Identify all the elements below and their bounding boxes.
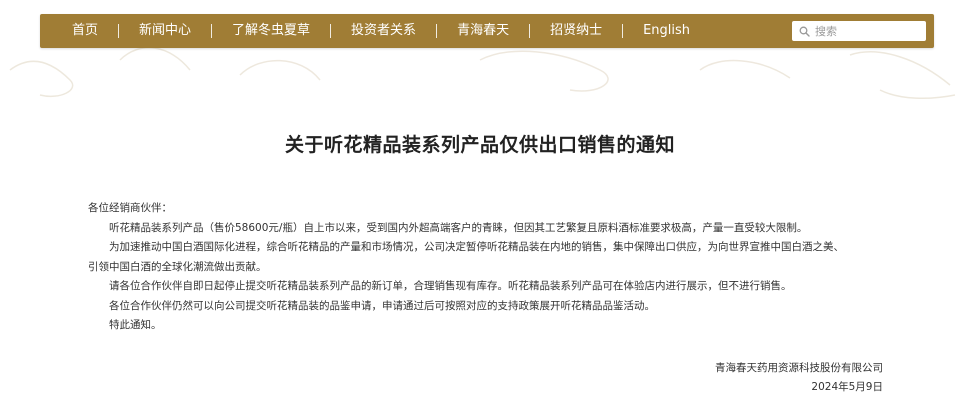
search-box — [792, 21, 926, 41]
signature-company: 青海春天药用资源科技股份有限公司 — [715, 362, 883, 374]
notice-body: 各位经销商伙伴： 听花精品装系列产品（售价58600元/瓶）自上市以来，受到国内… — [88, 199, 888, 336]
page-title: 关于听花精品装系列产品仅供出口销售的通知 — [284, 134, 675, 156]
page: 首页 新闻中心 了解冬虫夏草 投资者关系 青海春天 招贤纳士 English 搜… — [0, 0, 960, 407]
paragraph: 各位合作伙伴仍然可以向公司提交听花精品装的品鉴申请，申请通过后可按照对应的支持政… — [109, 299, 655, 312]
signature-date: 2024年5月9日 — [811, 380, 883, 393]
paragraph-continuation: 引领中国白酒的全球化潮流做出贡献。 — [88, 260, 267, 273]
top-navigation-bar: 首页 新闻中心 了解冬虫夏草 投资者关系 青海春天 招贤纳士 English — [40, 14, 934, 48]
nav-item-about-cordyceps[interactable]: 了解冬虫夏草 — [212, 14, 330, 48]
search-icon[interactable] — [796, 23, 812, 39]
paragraph: 请各位合作伙伴自即日起停止提交听花精品装系列产品的新订单，合理销售现有库存。听花… — [109, 280, 792, 292]
search-input[interactable] — [812, 22, 915, 40]
salutation: 各位经销商伙伴： — [88, 202, 172, 214]
signature-block: 青海春天药用资源科技股份有限公司 2024年5月9日 — [715, 359, 883, 396]
paragraph: 听花精品装系列产品（售价58600元/瓶）自上市以来，受到国内外超高端客户的青睐… — [109, 221, 808, 234]
nav-item-home[interactable]: 首页 — [52, 14, 118, 48]
nav-menu: 首页 新闻中心 了解冬虫夏草 投资者关系 青海春天 招贤纳士 English — [40, 14, 710, 48]
closing-line: 特此通知。 — [109, 319, 162, 331]
nav-item-english[interactable]: English — [623, 14, 710, 48]
paragraph: 为加速推动中国白酒国际化进程，综合听花精品的产量和市场情况，公司决定暂停听花精品… — [109, 241, 844, 253]
nav-item-news[interactable]: 新闻中心 — [119, 14, 211, 48]
nav-item-careers[interactable]: 招贤纳士 — [530, 14, 622, 48]
nav-item-qinghai-spring[interactable]: 青海春天 — [437, 14, 529, 48]
nav-item-investor-relations[interactable]: 投资者关系 — [331, 14, 436, 48]
